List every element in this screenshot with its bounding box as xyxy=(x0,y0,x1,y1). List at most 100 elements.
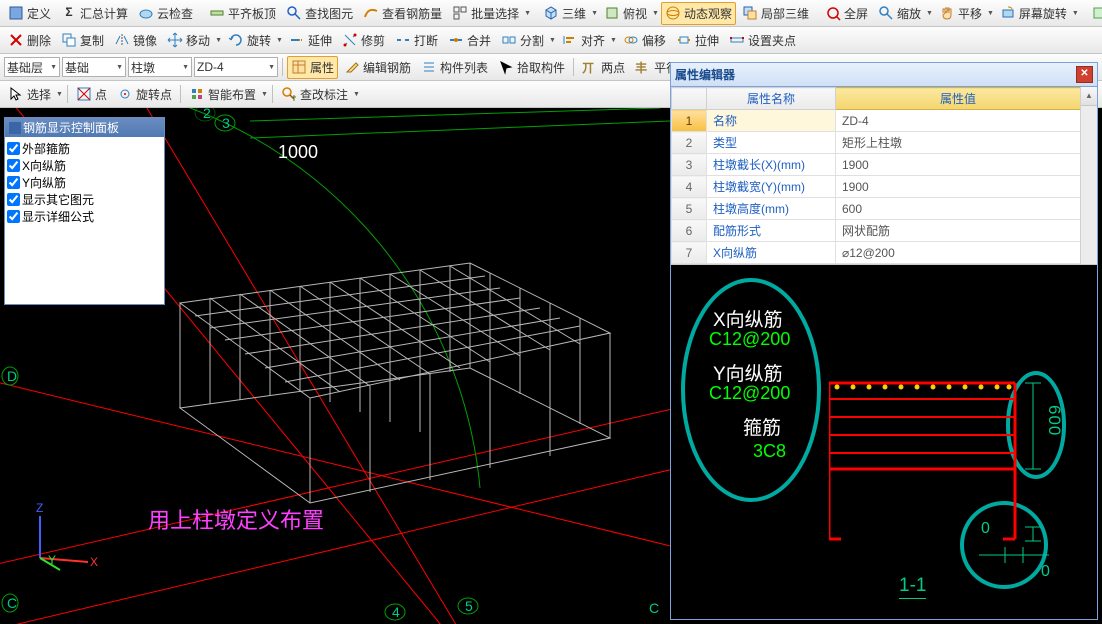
table-row[interactable]: 4 柱墩截宽(Y)(mm) 1900 xyxy=(672,176,1081,198)
stirrup-label: 箍筋 xyxy=(743,413,781,440)
dropdown-arrow-icon[interactable]: ▼ xyxy=(261,91,268,98)
view-rebar-button[interactable]: 查看钢筋量 xyxy=(359,2,446,25)
rotate-icon xyxy=(228,32,244,48)
local-3d-button[interactable]: 局部三维 xyxy=(738,2,813,25)
find-graphic-button[interactable]: 查找图元 xyxy=(282,2,357,25)
define-icon xyxy=(8,5,24,21)
stirrup-value: 3C8 xyxy=(753,441,786,462)
dynamic-view-button[interactable]: 动态观察 xyxy=(661,2,736,25)
move-icon xyxy=(167,32,183,48)
break-button[interactable]: 打断 xyxy=(391,29,442,52)
mirror-icon xyxy=(114,32,130,48)
trim-icon xyxy=(342,32,358,48)
screen-rotate-button[interactable]: 屏幕旋转 xyxy=(996,2,1071,25)
extend-button[interactable]: 延伸 xyxy=(285,29,336,52)
dim-zero-h: 0 xyxy=(1041,563,1050,581)
svg-text:5: 5 xyxy=(465,598,473,614)
dropdown-arrow-icon[interactable]: ▼ xyxy=(926,10,933,17)
delete-button[interactable]: 删除 xyxy=(4,29,55,52)
copy-icon xyxy=(61,32,77,48)
component-list-button[interactable]: 构件列表 xyxy=(417,56,492,79)
smart-layout-button[interactable]: 智能布置 xyxy=(185,83,260,106)
screen-rotate-icon xyxy=(1000,5,1016,21)
copy-button[interactable]: 复制 xyxy=(57,29,108,52)
type-dropdown[interactable]: 柱墩▼ xyxy=(128,57,192,77)
split-icon xyxy=(501,32,517,48)
rotate-point-button[interactable]: 旋转点 xyxy=(113,83,176,106)
last-button[interactable]: 讠 xyxy=(1087,2,1102,25)
split-button[interactable]: 分割 xyxy=(497,29,548,52)
property-button[interactable]: 属性 xyxy=(287,56,338,79)
table-row[interactable]: 6 配筋形式 网状配筋 xyxy=(672,220,1081,242)
dropdown-arrow-icon[interactable]: ▼ xyxy=(610,37,617,44)
pick-component-button[interactable]: 拾取构件 xyxy=(494,56,569,79)
item-dropdown[interactable]: ZD-4▼ xyxy=(194,57,278,77)
zoom-button[interactable]: 缩放 xyxy=(874,2,925,25)
dropdown-arrow-icon[interactable]: ▼ xyxy=(276,37,283,44)
chk-show-others[interactable]: 显示其它图元 xyxy=(7,191,162,208)
parallel-icon: 丰 xyxy=(635,59,651,75)
fullscreen-button[interactable]: 全屏 xyxy=(821,2,872,25)
flat-top-button[interactable]: 平齐板顶 xyxy=(205,2,280,25)
table-row[interactable]: 5 柱墩高度(mm) 600 xyxy=(672,198,1081,220)
local3d-icon xyxy=(742,5,758,21)
setpoint-button[interactable]: 设置夹点 xyxy=(725,29,800,52)
offset-button[interactable]: 偏移 xyxy=(619,29,670,52)
orbit-icon xyxy=(665,5,681,21)
table-row[interactable]: 1 名称 ZD-4 xyxy=(672,110,1081,132)
category-dropdown[interactable]: 基础▼ xyxy=(62,57,126,77)
svg-text:2: 2 xyxy=(203,108,211,121)
chk-x-longitudinal[interactable]: X向纵筋 xyxy=(7,157,162,174)
sum-button[interactable]: Σ汇总计算 xyxy=(57,2,132,25)
merge-button[interactable]: 合并 xyxy=(444,29,495,52)
select-button[interactable]: 选择 xyxy=(4,83,55,106)
align-icon xyxy=(562,32,578,48)
batch-select-button[interactable]: 批量选择 xyxy=(448,2,523,25)
define-button[interactable]: 定义 xyxy=(4,2,55,25)
pan-button[interactable]: 平移 xyxy=(935,2,986,25)
align-button[interactable]: 对齐 xyxy=(558,29,609,52)
rotate-button[interactable]: 旋转 xyxy=(224,29,275,52)
stretch-button[interactable]: 拉伸 xyxy=(672,29,723,52)
cloud-check-button[interactable]: 云检查 xyxy=(134,2,197,25)
chk-outer-stirrup[interactable]: 外部箍筋 xyxy=(7,140,162,157)
table-row[interactable]: 3 柱墩截长(X)(mm) 1900 xyxy=(672,154,1081,176)
review-annot-button[interactable]: 查改标注 xyxy=(277,83,352,106)
3d-button[interactable]: 三维 xyxy=(539,2,590,25)
property-editor-titlebar[interactable]: 属性编辑器 ✕ xyxy=(671,63,1097,87)
x-rebar-value: C12@200 xyxy=(709,329,790,350)
list-icon xyxy=(421,59,437,75)
dropdown-arrow-icon[interactable]: ▼ xyxy=(215,37,222,44)
chk-show-formulas[interactable]: 显示详细公式 xyxy=(7,208,162,225)
property-icon xyxy=(291,59,307,75)
table-row[interactable]: 2 类型 矩形上柱墩 xyxy=(672,132,1081,154)
section-drawing xyxy=(829,359,1059,619)
mirror-button[interactable]: 镜像 xyxy=(110,29,161,52)
table-row[interactable]: 7 X向纵筋 ⌀12@200 xyxy=(672,242,1081,264)
dropdown-arrow-icon[interactable]: ▼ xyxy=(524,10,531,17)
dropdown-arrow-icon[interactable]: ▼ xyxy=(1072,10,1079,17)
top-view-button[interactable]: 俯视 xyxy=(600,2,651,25)
property-table: 属性名称 属性值 1 名称 ZD-4 2 类型 矩形上柱墩 3 柱墩截长(X)(… xyxy=(671,87,1081,264)
rebar-panel-title[interactable]: 钢筋显示控制面板 xyxy=(5,118,164,137)
close-button[interactable]: ✕ xyxy=(1076,66,1093,83)
batch-icon xyxy=(452,5,468,21)
dropdown-arrow-icon[interactable]: ▼ xyxy=(549,37,556,44)
dropdown-arrow-icon[interactable]: ▼ xyxy=(652,10,659,17)
dropdown-arrow-icon[interactable]: ▼ xyxy=(987,10,994,17)
sigma-icon: Σ xyxy=(61,5,77,21)
property-scrollbar[interactable]: ▲ xyxy=(1080,87,1097,264)
layer-dropdown[interactable]: 基础层▼ xyxy=(4,57,60,77)
point-button[interactable]: 点 xyxy=(72,83,111,106)
move-button[interactable]: 移动 xyxy=(163,29,214,52)
chk-y-longitudinal[interactable]: Y向纵筋 xyxy=(7,174,162,191)
rotpt-icon xyxy=(117,86,133,102)
two-point-button[interactable]: 丌两点 xyxy=(578,56,629,79)
trim-button[interactable]: 修剪 xyxy=(338,29,389,52)
edit-rebar-button[interactable]: 编辑钢筋 xyxy=(340,56,415,79)
dropdown-arrow-icon[interactable]: ▼ xyxy=(56,91,63,98)
dropdown-arrow-icon[interactable]: ▼ xyxy=(591,10,598,17)
dropdown-arrow-icon[interactable]: ▼ xyxy=(353,91,360,98)
col-header-value[interactable]: 属性值 xyxy=(836,88,1081,110)
col-header-name[interactable]: 属性名称 xyxy=(707,88,836,110)
